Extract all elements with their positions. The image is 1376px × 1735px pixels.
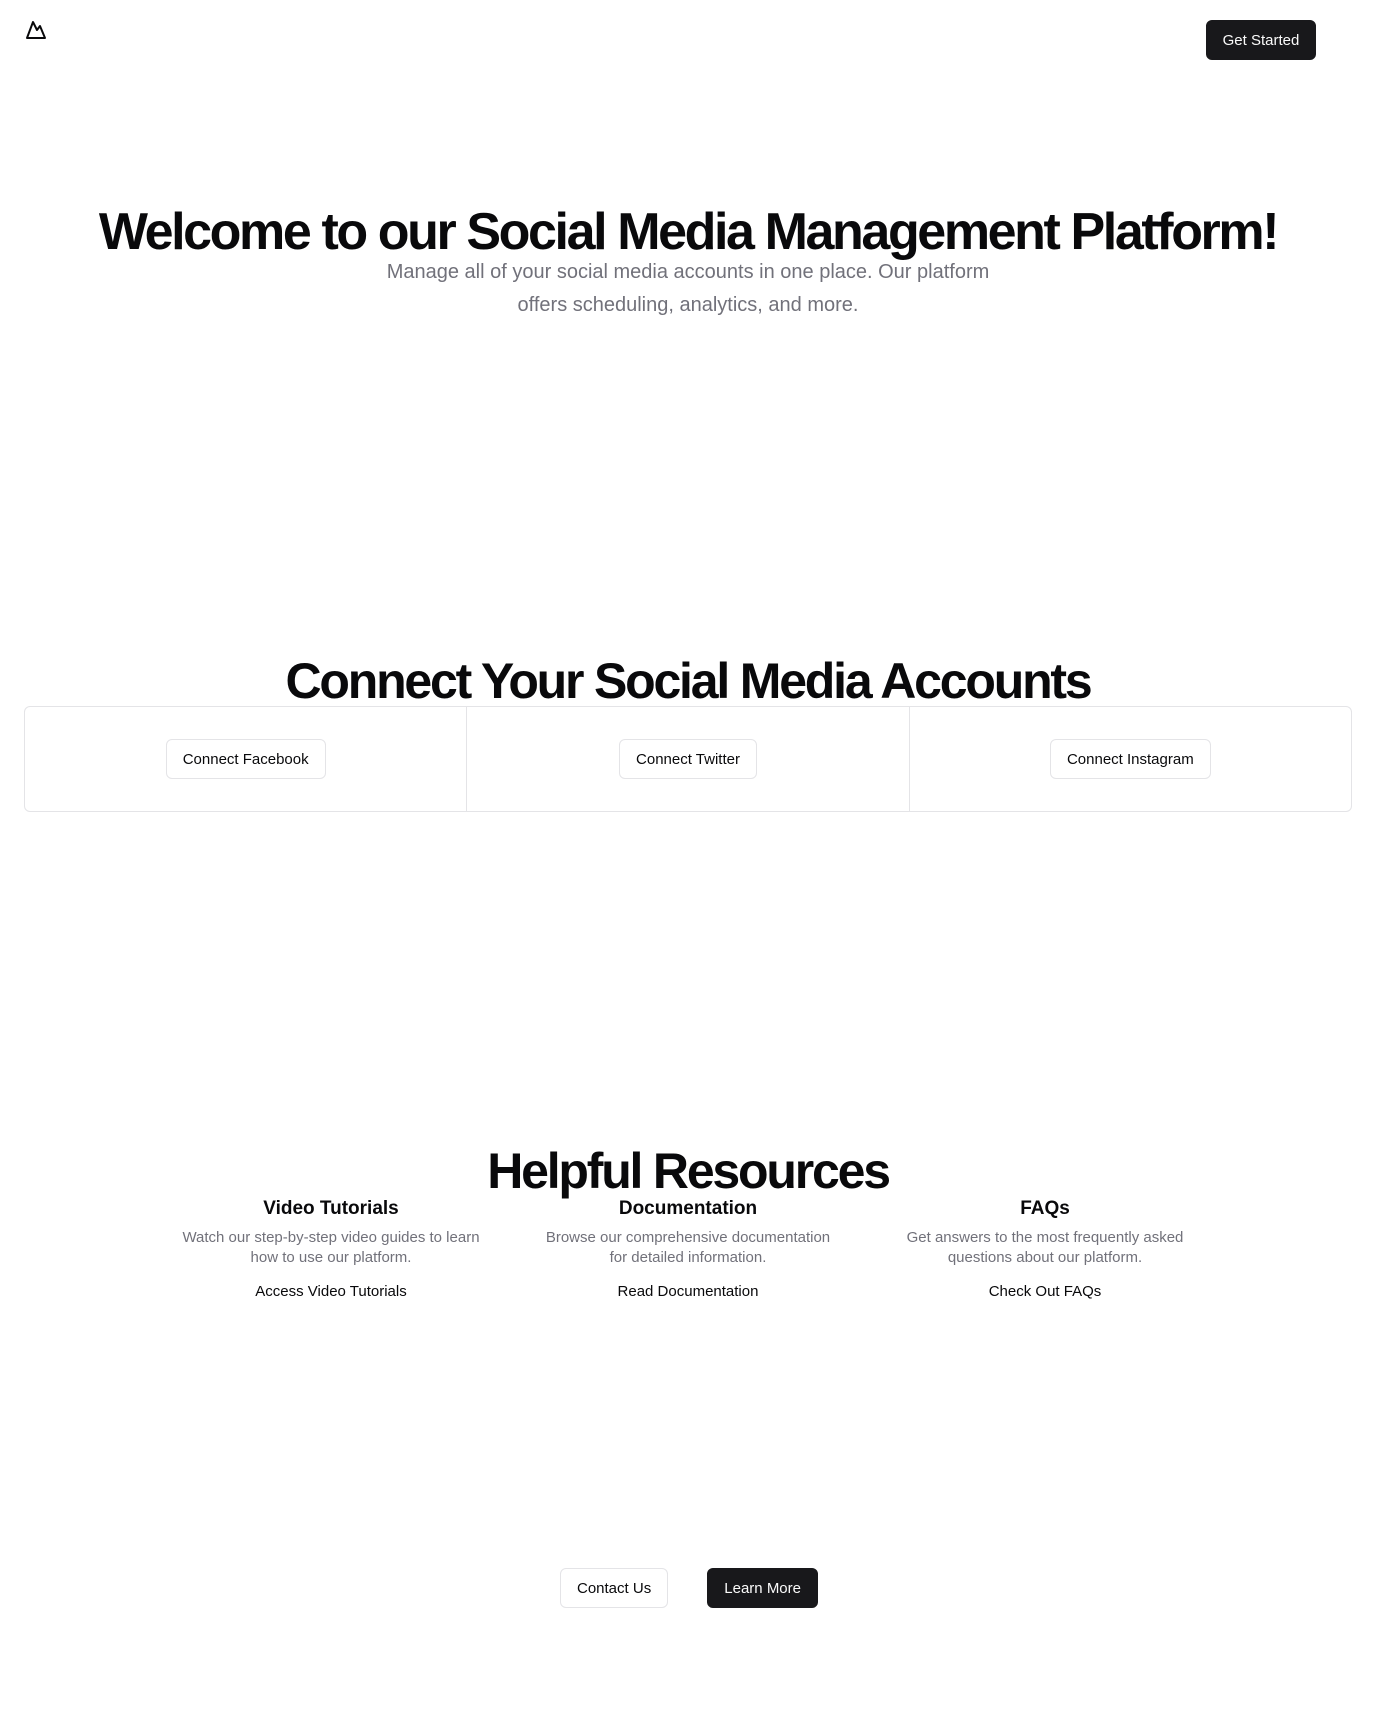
contact-us-button[interactable]: Contact Us [560,1568,669,1608]
resource-description: Browse our comprehensive documentation f… [545,1229,831,1266]
connect-accounts-grid: Connect Facebook Connect Twitter Connect… [24,706,1352,812]
mountain-icon[interactable] [24,18,48,42]
resources-list: Video Tutorials Watch our step-by-step v… [166,1196,1210,1302]
resource-heading: Documentation [618,1198,758,1219]
resource-heading: Video Tutorials [263,1198,399,1219]
connect-cell-instagram: Connect Instagram [910,707,1351,811]
connect-cell-facebook: Connect Facebook [25,707,468,811]
footer-actions: Contact Us Learn More [560,1568,818,1608]
resource-heading: FAQs [1020,1198,1070,1219]
connect-twitter-button[interactable]: Connect Twitter [619,739,757,779]
resource-description: Watch our step-by-step video guides to l… [182,1229,480,1266]
resource-card-faqs: FAQs Get answers to the most frequently … [880,1196,1210,1302]
resource-card-documentation: Documentation Browse our comprehensive d… [523,1196,853,1302]
read-documentation-link[interactable]: Read Documentation [618,1282,759,1302]
resource-description: Get answers to the most frequently asked… [906,1229,1184,1266]
connect-facebook-button[interactable]: Connect Facebook [165,739,326,779]
access-video-tutorials-link[interactable]: Access Video Tutorials [255,1282,406,1302]
hero-subtitle: Manage all of your social media accounts… [386,261,990,316]
hero-title: Welcome to our Social Media Management P… [98,203,1280,261]
connect-instagram-button[interactable]: Connect Instagram [1049,739,1211,779]
connect-cell-twitter: Connect Twitter [467,707,910,811]
resource-card-video-tutorials: Video Tutorials Watch our step-by-step v… [166,1196,496,1302]
connect-section-title: Connect Your Social Media Accounts [285,653,1093,709]
get-started-button[interactable]: Get Started [1206,20,1316,60]
resources-section-title: Helpful Resources [487,1143,891,1199]
page: Get Started Welcome to our Social Media … [0,0,1376,1735]
check-out-faqs-link[interactable]: Check Out FAQs [989,1282,1102,1302]
learn-more-button[interactable]: Learn More [707,1568,818,1608]
